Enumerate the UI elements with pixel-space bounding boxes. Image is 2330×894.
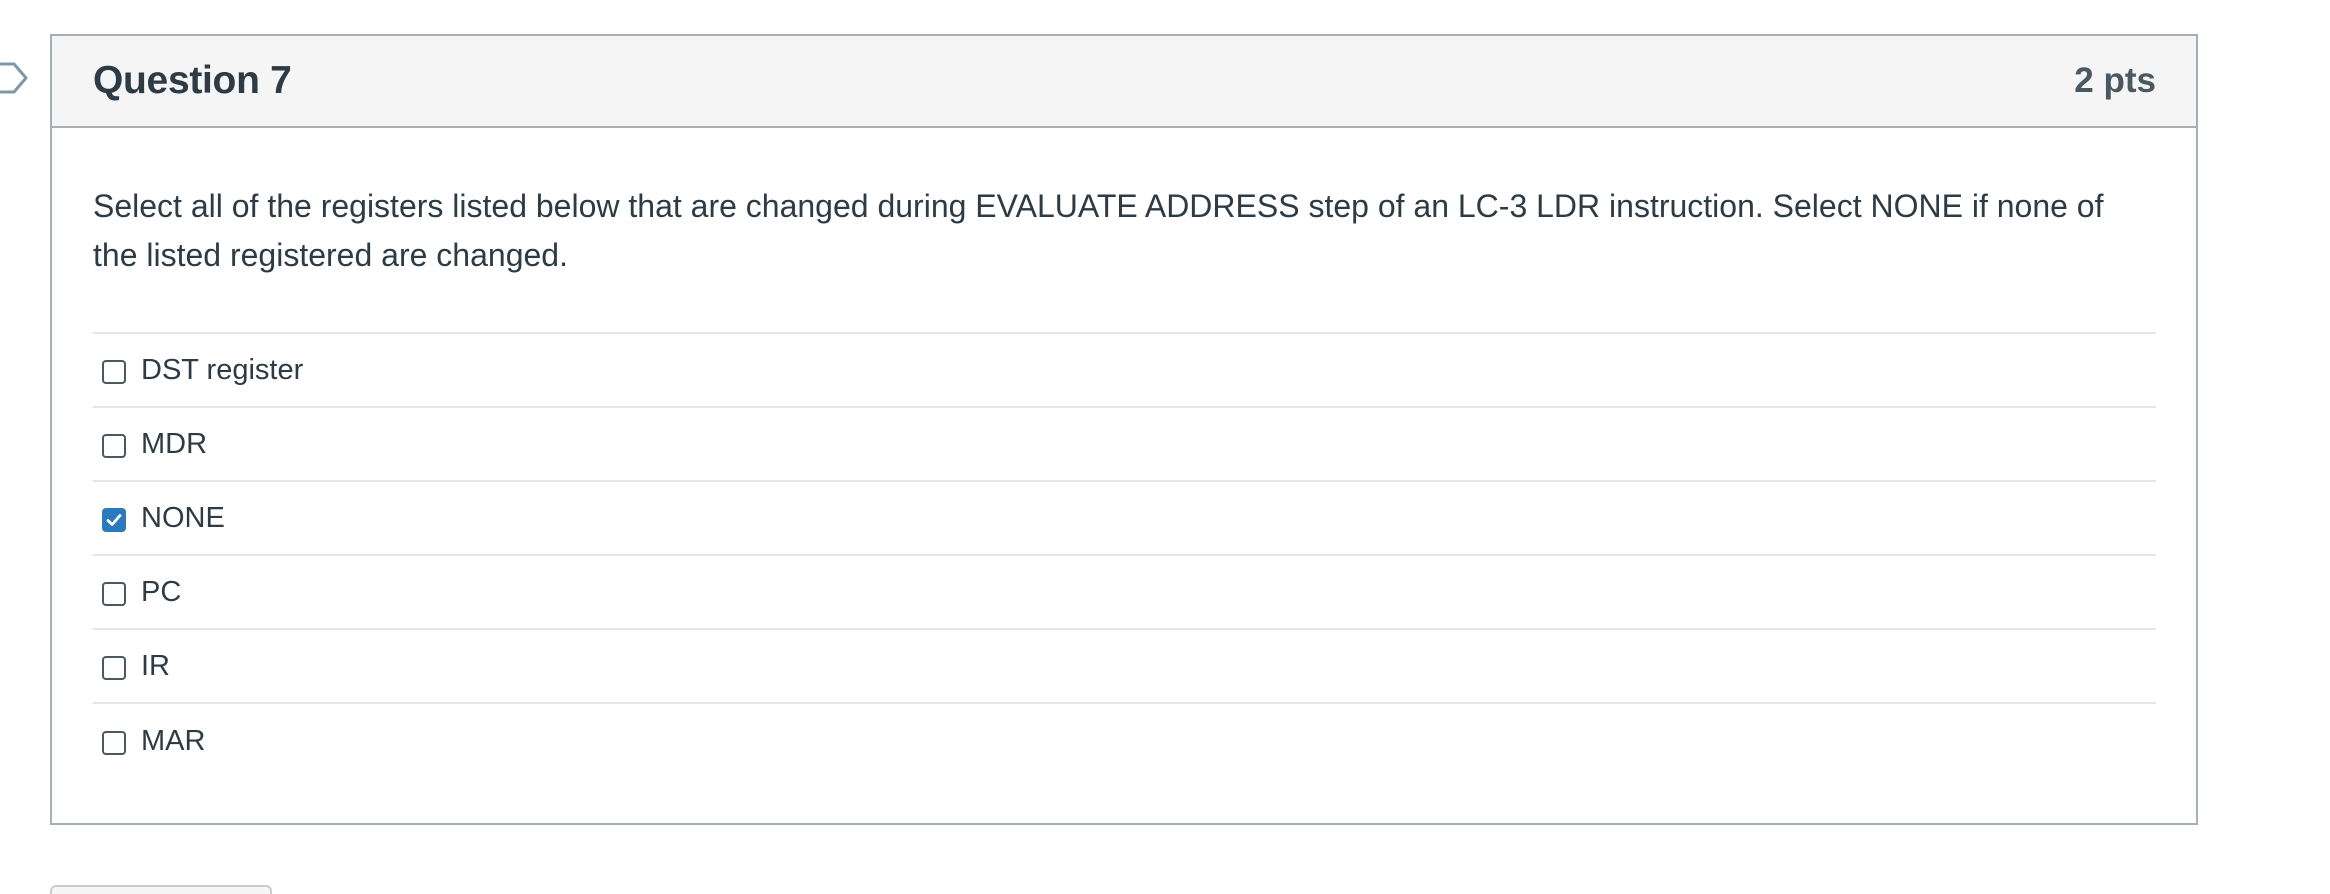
answer-list: DST register MDR NONE PC IR MAR [93,332,2156,778]
answer-option-none[interactable]: NONE [93,482,2156,556]
answer-option-pc[interactable]: PC [93,556,2156,630]
checkmark-icon [106,514,122,526]
answer-label: DST register [141,353,304,386]
answer-option-mdr[interactable]: MDR [93,408,2156,482]
question-card: Question 7 2 pts Select all of the regis… [50,34,2198,825]
question-title: Question 7 [93,59,292,102]
answer-option-dst-register[interactable]: DST register [93,334,2156,408]
checkbox[interactable] [102,360,126,384]
next-button[interactable] [50,885,272,894]
question-flag-icon[interactable] [0,60,30,96]
answer-option-ir[interactable]: IR [93,630,2156,704]
answer-label: MDR [141,427,208,460]
quiz-page: Question 7 2 pts Select all of the regis… [0,0,2330,894]
answer-option-mar[interactable]: MAR [93,704,2156,778]
answer-label: NONE [141,501,225,534]
answer-label: MAR [141,724,206,757]
answer-label: IR [141,649,170,682]
checkbox[interactable] [102,656,126,680]
checkbox[interactable] [102,731,126,755]
question-body: Select all of the registers listed below… [52,128,2196,778]
question-points: 2 pts [2074,61,2156,100]
answer-label: PC [141,575,182,608]
checkbox[interactable] [102,582,126,606]
checkbox-checked[interactable] [102,508,126,532]
question-text: Select all of the registers listed below… [93,188,2104,273]
question-header: Question 7 2 pts [52,36,2196,128]
checkbox[interactable] [102,434,126,458]
